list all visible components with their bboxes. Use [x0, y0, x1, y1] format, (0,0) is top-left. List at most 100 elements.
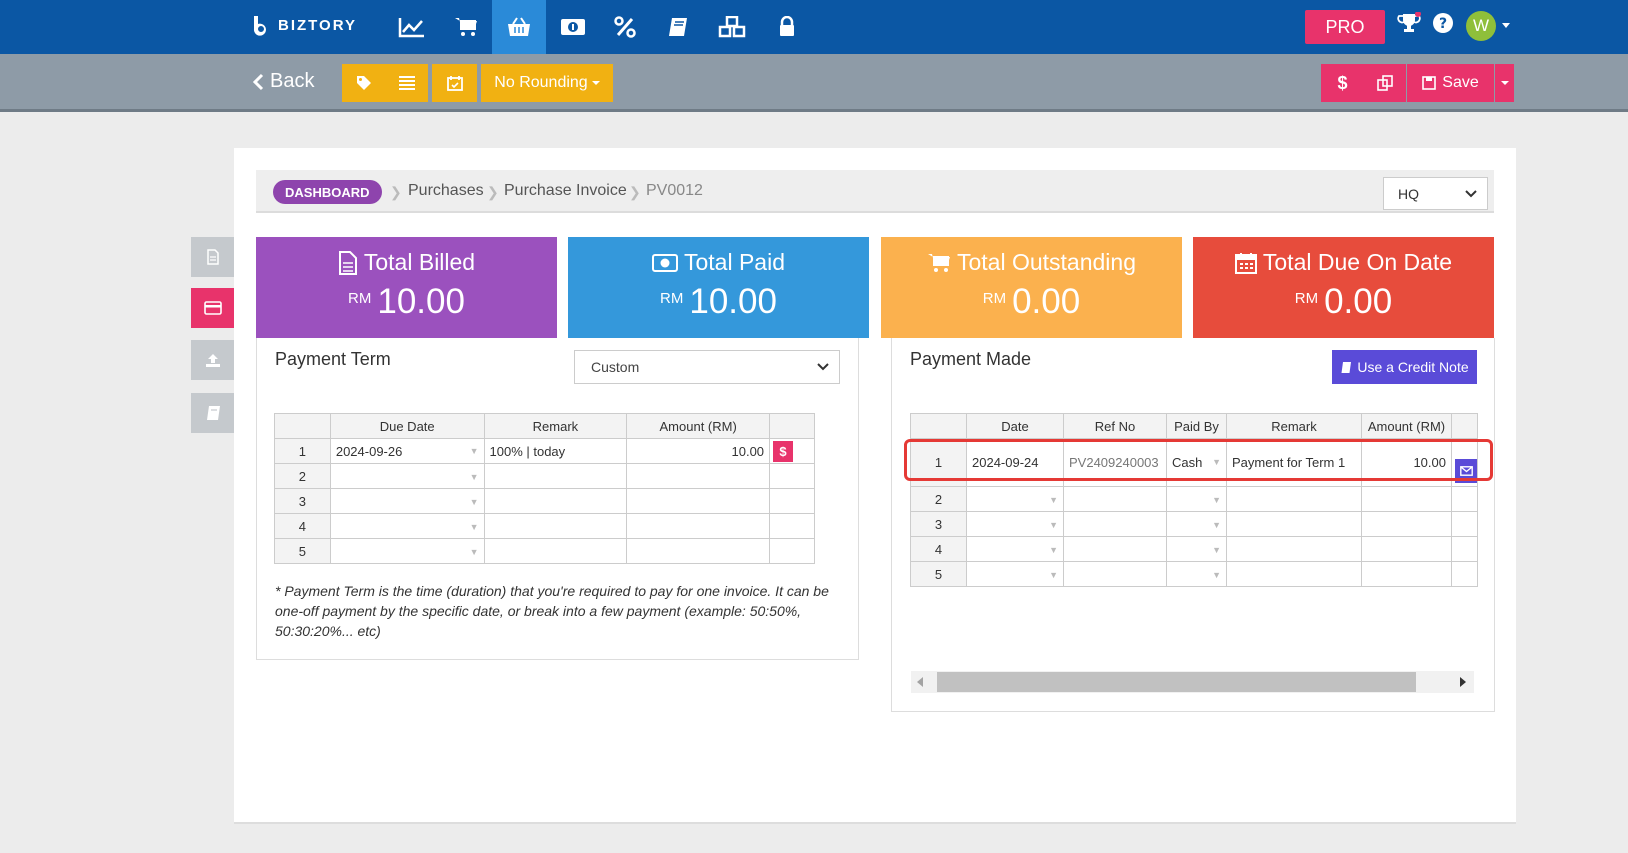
chevron-down-icon[interactable] — [1501, 22, 1511, 30]
column-header[interactable]: Amount (RM) — [1361, 413, 1452, 439]
dropdown-caret-icon[interactable]: ▼ — [1212, 520, 1221, 530]
dropdown-caret-icon[interactable]: ▼ — [470, 446, 479, 456]
email-cell — [1451, 486, 1478, 512]
remark-cell[interactable] — [1226, 486, 1362, 512]
column-header[interactable]: Date — [966, 413, 1064, 439]
remark-cell[interactable]: 100% | today — [483, 438, 628, 464]
due-date-cell[interactable]: 2024-09-26 ▼ — [329, 438, 485, 464]
book-icon[interactable] — [651, 0, 705, 54]
scroll-left-arrow-icon[interactable] — [916, 676, 924, 688]
amount-cell[interactable] — [626, 538, 771, 564]
dropdown-caret-icon[interactable]: ▼ — [1212, 545, 1221, 555]
chart-line-icon[interactable] — [385, 0, 439, 54]
paid-by-cell[interactable]: ▼ — [1166, 536, 1227, 562]
column-header[interactable]: Remark — [1226, 413, 1362, 439]
dropdown-caret-icon[interactable]: ▼ — [1049, 495, 1058, 505]
column-header[interactable]: Paid By — [1166, 413, 1227, 439]
dropdown-caret-icon[interactable]: ▼ — [1212, 495, 1221, 505]
row-number: 1 — [274, 438, 331, 464]
date-cell[interactable]: ▼ — [966, 486, 1064, 512]
ref-no-cell[interactable] — [1063, 486, 1167, 512]
amount-cell[interactable]: 10.00 — [626, 438, 771, 464]
save-label: Save — [1442, 74, 1479, 91]
book-icon — [1341, 361, 1352, 373]
amount-cell[interactable] — [1361, 561, 1452, 587]
breadcrumb-dashboard[interactable]: DASHBOARD — [273, 180, 382, 204]
sidetab-book[interactable] — [191, 393, 234, 433]
column-header[interactable]: Amount (RM) — [626, 413, 771, 439]
ref-no-cell[interactable] — [1063, 511, 1167, 537]
breadcrumb-purchases[interactable]: Purchases — [408, 182, 484, 200]
percent-icon[interactable] — [598, 0, 652, 54]
dropdown-caret-icon[interactable]: ▼ — [1049, 570, 1058, 580]
amount-cell[interactable] — [626, 463, 771, 489]
sidetab-upload[interactable] — [191, 340, 234, 380]
amount-cell[interactable] — [1361, 511, 1452, 537]
dropdown-caret-icon[interactable]: ▼ — [470, 547, 479, 557]
due-date-cell[interactable]: ▼ — [329, 513, 485, 539]
remark-cell[interactable] — [483, 513, 628, 539]
remark-cell[interactable] — [483, 538, 628, 564]
money-icon[interactable] — [546, 0, 600, 54]
pay-cell: $ — [769, 438, 815, 464]
use-credit-note-button[interactable]: Use a Credit Note — [1332, 350, 1477, 384]
rounding-dropdown[interactable]: No Rounding — [481, 64, 613, 102]
remark-cell[interactable] — [483, 488, 628, 514]
save-button[interactable]: Save — [1407, 64, 1494, 102]
due-date-cell[interactable]: ▼ — [329, 488, 485, 514]
cart-icon[interactable] — [439, 0, 493, 54]
breadcrumb-purchase-invoice[interactable]: Purchase Invoice — [504, 182, 627, 200]
copy-icon[interactable] — [1364, 75, 1406, 91]
sidetab-payment[interactable] — [191, 288, 234, 328]
scrollbar-thumb[interactable] — [937, 672, 1416, 692]
help-icon[interactable]: ? — [1432, 12, 1454, 34]
ref-no-cell[interactable] — [1063, 536, 1167, 562]
basket-icon[interactable] — [492, 0, 546, 54]
dropdown-caret-icon[interactable]: ▼ — [1049, 545, 1058, 555]
pro-button[interactable]: PRO — [1305, 10, 1385, 44]
ref-no-cell[interactable] — [1063, 561, 1167, 587]
paid-by-cell[interactable]: ▼ — [1166, 561, 1227, 587]
logo-text: BIZTORY — [278, 16, 358, 34]
payment-term-select[interactable]: Custom — [574, 350, 840, 384]
column-header[interactable]: Remark — [483, 413, 628, 439]
date-cell[interactable]: ▼ — [966, 561, 1064, 587]
table-row: 1 2024-09-26 ▼ 100% | today 10.00 $ — [274, 438, 815, 464]
back-button[interactable]: Back — [252, 70, 314, 93]
dropdown-caret-icon[interactable]: ▼ — [1212, 570, 1221, 580]
dropdown-caret-icon[interactable]: ▼ — [470, 472, 479, 482]
column-header[interactable]: Ref No — [1063, 413, 1167, 439]
dollar-icon[interactable]: $ — [1322, 73, 1364, 94]
column-header[interactable]: Due Date — [329, 413, 485, 439]
biztory-logo[interactable]: BIZTORY — [250, 14, 357, 36]
remark-cell[interactable] — [1226, 536, 1362, 562]
paid-by-cell[interactable]: ▼ — [1166, 486, 1227, 512]
tag-icon[interactable] — [342, 75, 385, 91]
due-date-cell[interactable]: ▼ — [329, 538, 485, 564]
scroll-right-arrow-icon[interactable] — [1459, 676, 1467, 688]
amount-cell[interactable] — [626, 513, 771, 539]
date-cell[interactable]: ▼ — [966, 536, 1064, 562]
sidetab-document[interactable] — [191, 237, 234, 277]
lock-icon[interactable] — [760, 0, 814, 54]
remark-cell[interactable] — [1226, 511, 1362, 537]
branch-select[interactable]: HQ — [1383, 177, 1488, 210]
date-cell[interactable]: ▼ — [966, 511, 1064, 537]
remark-cell[interactable] — [1226, 561, 1362, 587]
cubes-icon[interactable] — [705, 0, 759, 54]
amount-cell[interactable] — [626, 488, 771, 514]
paid-by-cell[interactable]: ▼ — [1166, 511, 1227, 537]
due-date-cell[interactable]: ▼ — [329, 463, 485, 489]
dropdown-caret-icon[interactable]: ▼ — [1049, 520, 1058, 530]
pay-dollar-button[interactable]: $ — [773, 440, 794, 462]
amount-cell[interactable] — [1361, 536, 1452, 562]
dropdown-caret-icon[interactable]: ▼ — [470, 497, 479, 507]
avatar[interactable]: W — [1466, 11, 1496, 41]
trophy-icon[interactable] — [1397, 12, 1421, 34]
dropdown-caret-icon[interactable]: ▼ — [470, 522, 479, 532]
remark-cell[interactable] — [483, 463, 628, 489]
save-options-dropdown[interactable] — [1495, 64, 1514, 102]
calendar-check-button[interactable] — [432, 64, 477, 102]
list-icon[interactable] — [385, 76, 428, 90]
amount-cell[interactable] — [1361, 486, 1452, 512]
